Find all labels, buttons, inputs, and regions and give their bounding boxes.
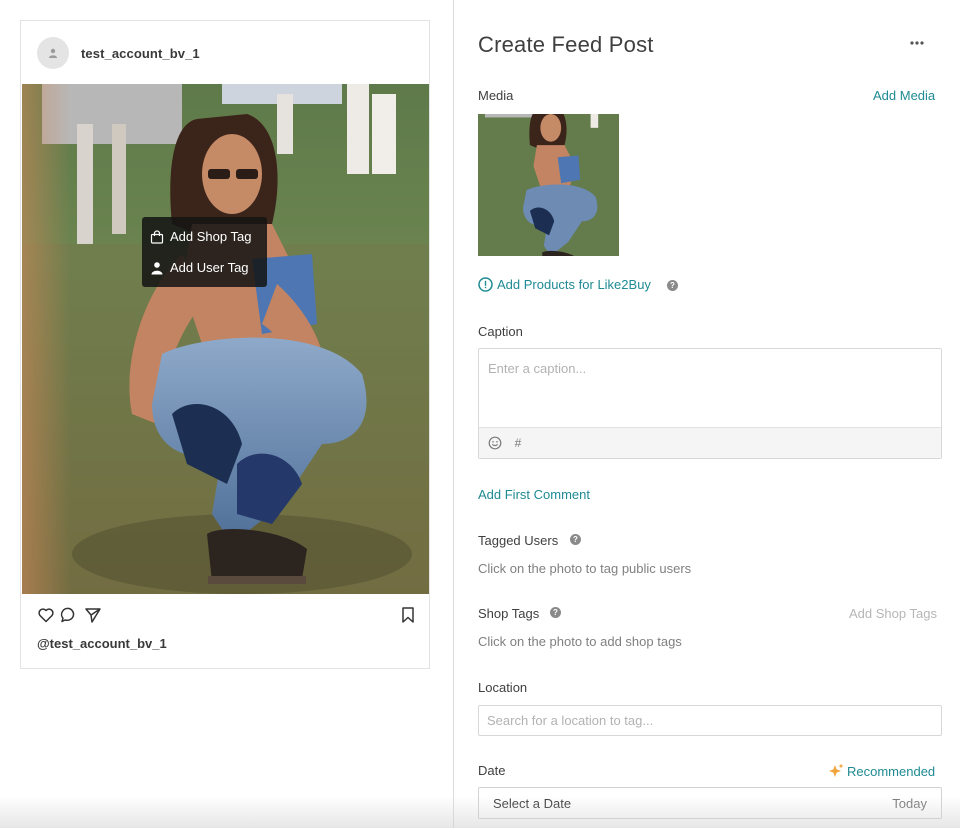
date-label: Date	[478, 763, 506, 778]
media-thumbnail-image	[478, 114, 619, 256]
date-select-label: Select a Date	[493, 796, 572, 811]
bookmark-icon[interactable]	[399, 606, 417, 624]
media-thumbnail[interactable]	[478, 114, 619, 256]
location-search-input[interactable]	[478, 705, 942, 736]
location-label: Location	[478, 680, 528, 695]
like2buy-help-icon[interactable]: ?	[667, 280, 678, 291]
tagged-users-hint: Click on the photo to tag public users	[478, 561, 692, 576]
add-shop-tag-menu-item[interactable]: Add Shop Tag	[142, 221, 267, 252]
shop-tags-hint: Click on the photo to add shop tags	[478, 634, 682, 649]
add-user-tag-menu-item[interactable]: Add User Tag	[142, 252, 267, 283]
shopping-bag-icon	[150, 229, 164, 244]
tagged-users-help-icon[interactable]: ?	[570, 534, 581, 545]
more-options-icon[interactable]	[909, 36, 925, 50]
add-shop-tags-link[interactable]: Add Shop Tags	[849, 606, 937, 621]
post-actions-bar	[37, 606, 415, 626]
add-products-like2buy-link[interactable]: Add Products for Like2Buy	[478, 277, 651, 292]
share-icon[interactable]	[84, 606, 102, 624]
alert-circle-icon	[478, 277, 493, 292]
caption-editor: #	[478, 348, 942, 459]
add-media-link[interactable]: Add Media	[873, 88, 935, 103]
recommended-time-link[interactable]: Recommended	[827, 762, 935, 780]
create-post-form: Create Feed Post Media Add Media Add Pro…	[454, 0, 960, 828]
page-title: Create Feed Post	[478, 32, 654, 57]
tag-context-menu: Add Shop Tag Add User Tag	[142, 217, 267, 287]
recommended-label: Recommended	[847, 763, 936, 779]
caption-toolbar: #	[479, 427, 941, 458]
shop-tags-help-icon[interactable]: ?	[550, 607, 561, 618]
post-photo-image[interactable]	[22, 84, 429, 594]
comment-icon[interactable]	[60, 606, 78, 624]
media-label: Media	[478, 88, 514, 103]
post-photo[interactable]: Add Shop Tag Add User Tag	[22, 84, 429, 594]
shop-tags-label: Shop Tags	[478, 606, 540, 621]
user-icon	[151, 261, 163, 274]
caption-input[interactable]	[479, 349, 941, 427]
date-select[interactable]: Select a Date Today	[478, 787, 942, 819]
post-header: test_account_bv_1	[21, 21, 429, 85]
user-icon	[49, 48, 57, 58]
avatar	[37, 37, 69, 69]
post-preview-card: test_account_bv_1 Add Shop Tag Add User …	[20, 20, 430, 669]
post-preview-pane: test_account_bv_1 Add Shop Tag Add User …	[0, 0, 453, 828]
caption-label: Caption	[478, 324, 523, 339]
add-shop-tag-label: Add Shop Tag	[170, 229, 252, 244]
hashtag-icon[interactable]: #	[511, 436, 525, 450]
sparkle-icon	[829, 763, 844, 777]
add-user-tag-label: Add User Tag	[170, 260, 249, 275]
preview-username: test_account_bv_1	[81, 45, 200, 61]
tagged-users-label: Tagged Users	[478, 533, 559, 548]
emoji-icon[interactable]	[488, 436, 502, 450]
add-products-like2buy-label: Add Products for Like2Buy	[497, 277, 651, 292]
preview-caption-username: @test_account_bv_1	[37, 636, 167, 651]
add-first-comment-link[interactable]: Add First Comment	[478, 487, 590, 502]
heart-icon[interactable]	[37, 606, 55, 624]
date-select-value: Today	[892, 796, 927, 811]
